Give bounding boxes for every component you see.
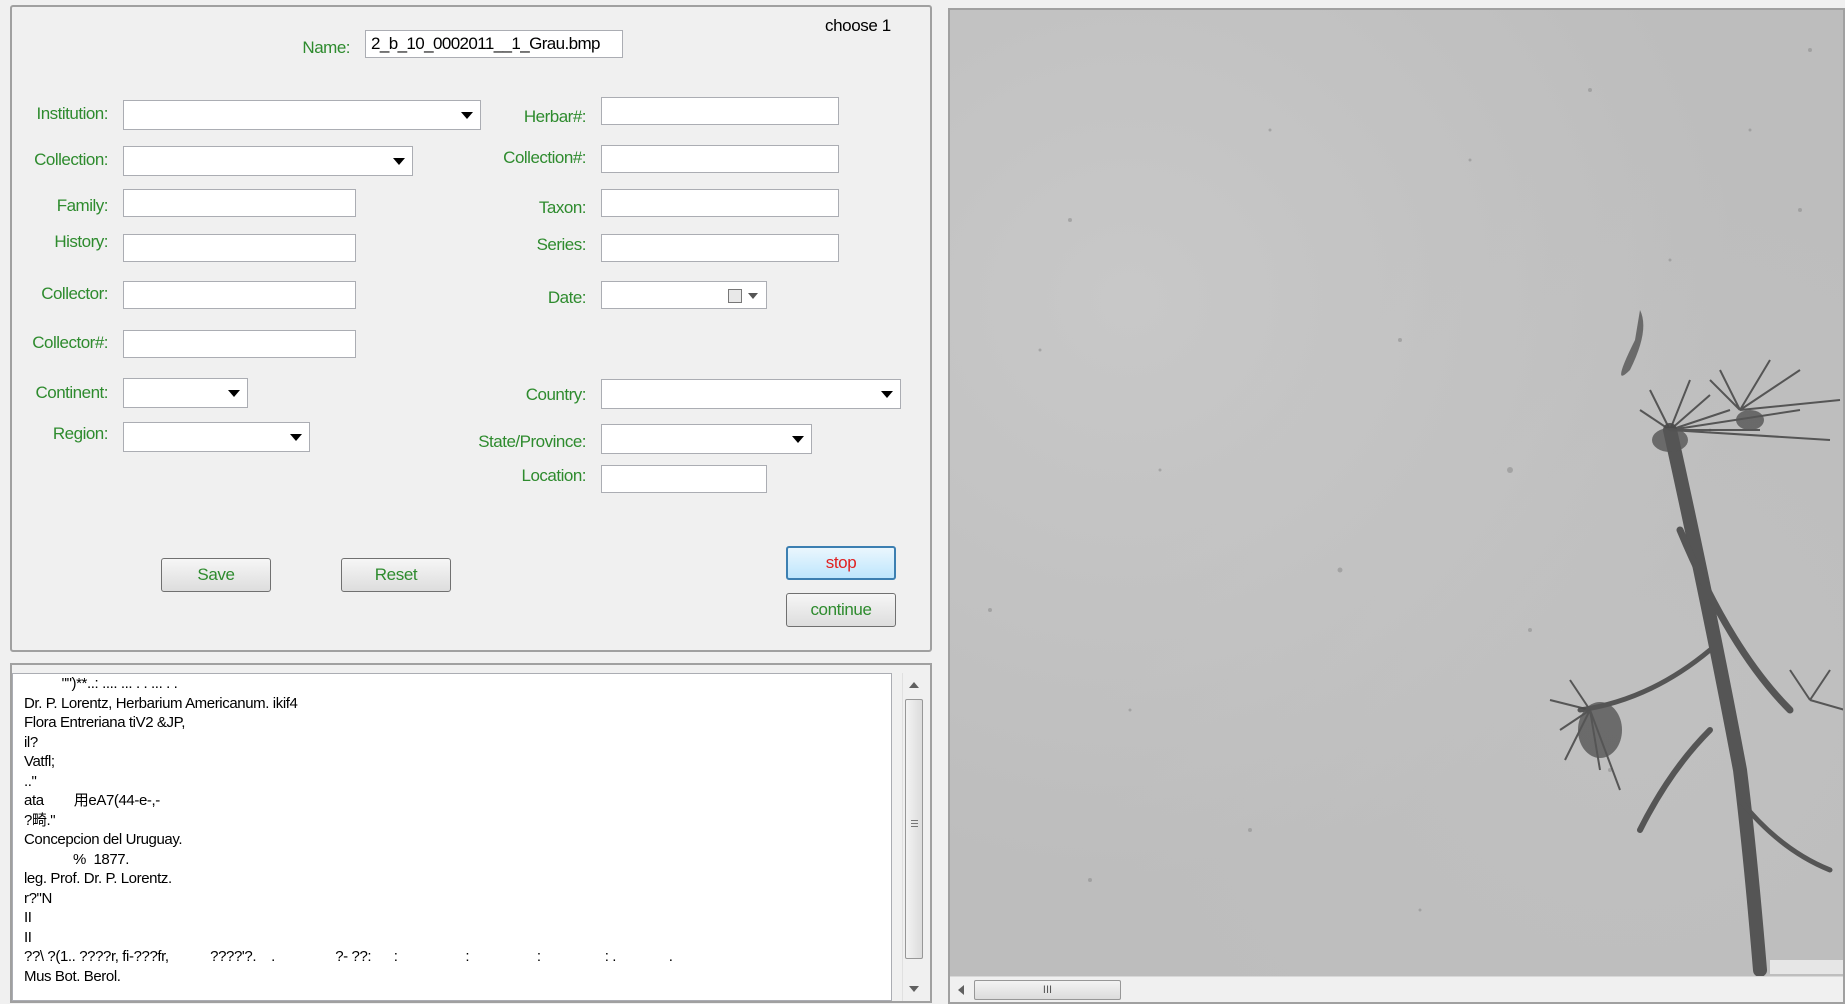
chevron-down-icon [393,158,405,165]
collection-label: Collection: [34,150,108,169]
ocr-line: Mus Bot. Berol. [24,967,121,985]
continue-button[interactable]: continue [786,593,896,627]
plant-specimen-illustration [988,48,1843,977]
collection-number-label: Collection#: [503,148,586,167]
pane-splitter[interactable] [938,0,944,1004]
image-horizontal-scrollbar[interactable]: III [950,976,1843,1002]
ocr-line: il? [24,733,38,751]
scroll-left-arrow-icon[interactable] [958,985,964,995]
ocr-line: Dr. P. Lorentz, Herbarium Americanum. ik… [24,694,298,712]
family-label: Family: [56,196,109,215]
date-picker[interactable] [601,281,767,309]
ocr-vertical-scrollbar[interactable] [902,673,924,1001]
ocr-line: II [24,909,32,926]
scroll-down-arrow-icon[interactable] [909,986,919,992]
location-label: Location: [521,466,587,485]
collection-dropdown[interactable] [123,146,413,176]
collection-number-field[interactable] [601,145,839,173]
stop-button[interactable]: stop [786,546,896,580]
specimen-image-viewer[interactable]: III [948,8,1845,1004]
history-field[interactable] [123,234,356,262]
location-field[interactable] [601,465,767,493]
calendar-icon[interactable] [728,289,742,303]
country-label: Country: [525,385,587,404]
state-province-label: State/Province: [478,432,586,451]
collector-field[interactable] [123,281,356,309]
ocr-line: leg. Prof. Dr. P. Lorentz. [24,870,172,887]
ocr-line: Concepcion del Uruguay. [24,831,183,848]
family-field[interactable] [123,189,356,217]
institution-dropdown[interactable] [123,100,481,130]
ocr-line: r?"N [24,889,52,907]
continent-label: Continent: [35,383,109,402]
chevron-down-icon [290,434,302,441]
scroll-up-arrow-icon[interactable] [909,682,919,688]
chevron-down-icon[interactable] [748,293,758,299]
collector-number-field[interactable] [123,330,356,358]
series-label: Series: [536,235,587,254]
save-button[interactable]: Save [161,558,271,592]
series-field[interactable] [601,234,839,262]
ocr-line: "")**..: .... ... . . ... . . [24,675,178,692]
ocr-line: ?畸." [24,811,56,829]
ocr-textarea[interactable]: "")**..: .... ... . . ... . . Dr. P. Lor… [12,673,892,1001]
region-dropdown[interactable] [123,422,310,452]
taxon-label: Taxon: [538,198,587,217]
ocr-line: ata 用eA7(44-e-,- [24,792,160,809]
ocr-line: Flora Entreriana tiV2 &JP, [24,714,186,731]
name-field[interactable]: 2_b_10_0002011__1_Grau.bmp [365,30,623,58]
herbar-number-field[interactable] [601,97,839,125]
reset-button[interactable]: Reset [341,558,451,592]
grip-icon [911,820,918,827]
region-label: Region: [52,424,109,443]
institution-label: Institution: [36,104,109,123]
ocr-line: Vatfl; [24,753,55,770]
scroll-thumb[interactable] [905,699,923,959]
ocr-line: ??\ ?(1.. ????r, fi-???fr, ????'?. . ?- … [24,948,673,965]
choose-counter: choose 1 [825,16,891,35]
country-dropdown[interactable] [601,379,901,409]
date-label: Date: [547,288,587,307]
continent-dropdown[interactable] [123,378,248,408]
chevron-down-icon [228,390,240,397]
collector-number-label: Collector#: [32,333,108,352]
herbar-number-label: Herbar#: [523,107,587,126]
collector-label: Collector: [41,284,108,303]
chevron-down-icon [881,391,893,398]
ocr-line: % 1877. [24,850,129,868]
state-province-dropdown[interactable] [601,424,812,454]
chevron-down-icon [792,436,804,443]
ocr-line: .." [24,772,37,790]
herbarium-scan-image [950,10,1843,978]
ocr-line: II [24,928,32,946]
name-label: Name: [302,38,350,57]
history-label: History: [54,232,108,251]
horizontal-scroll-thumb[interactable]: III [974,980,1121,1000]
taxon-field[interactable] [601,189,839,217]
